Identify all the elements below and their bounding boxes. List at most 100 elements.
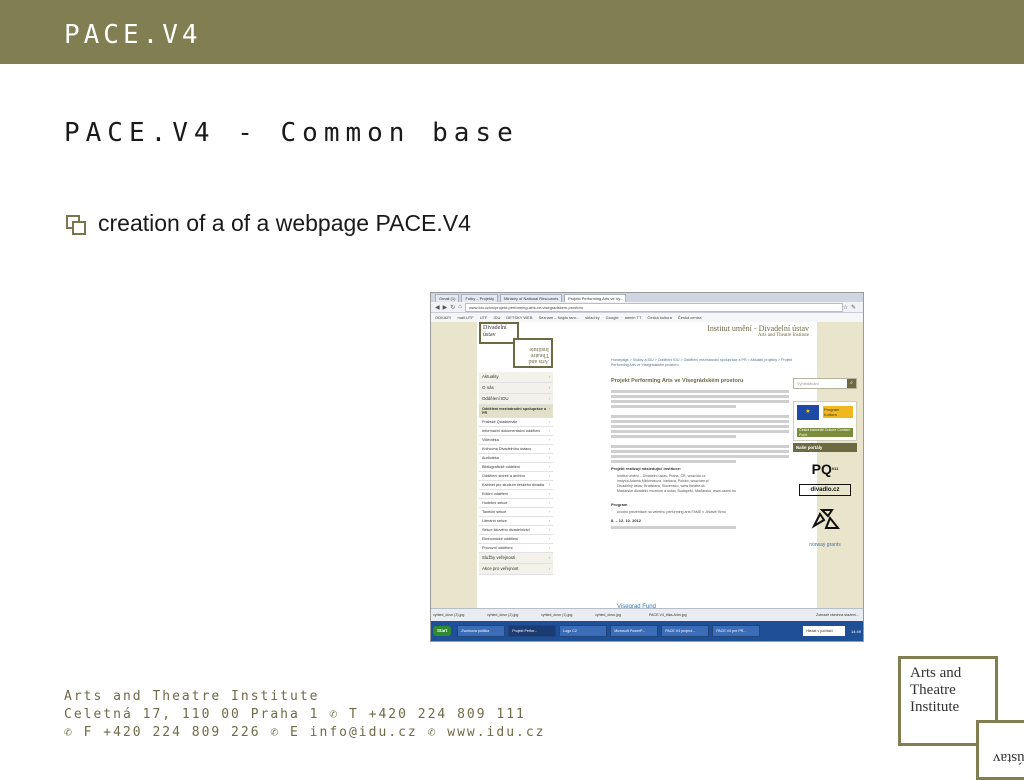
chevron-right-icon: › xyxy=(548,492,550,496)
browser-tab-active[interactable]: Projekt Performing Arts ve Vy... xyxy=(564,294,627,302)
text-line xyxy=(611,390,789,393)
chevron-right-icon: › xyxy=(548,438,550,442)
sidebar-item-label: Informační dokumentační oddělení xyxy=(482,429,541,433)
sidebar-item[interactable]: Aktuality › xyxy=(479,372,553,383)
bookmark[interactable]: admin TT xyxy=(625,315,642,320)
sidebar-item-selected[interactable]: Oddělení mezinárodní spolupráce a PR › xyxy=(479,405,553,418)
sidebar-item[interactable]: Audiotéka › xyxy=(479,454,553,463)
bookmark[interactable]: DETSKY WEB xyxy=(506,315,532,320)
culture-programme-banner[interactable]: ★ Program Kultura Česká kancelář Culture… xyxy=(793,401,857,441)
taskbar-item[interactable]: PACE.V4 project... xyxy=(661,625,710,637)
sidebar-item[interactable]: Akce pro veřejnost › xyxy=(479,564,553,575)
download-item[interactable]: vyhled_dovn (1).jpg xyxy=(541,613,593,617)
sidebar-item[interactable]: Ekonomické oddělení › xyxy=(479,535,553,544)
download-item[interactable]: vyhled_dovn (2).jpg xyxy=(487,613,539,617)
site-search-input[interactable]: Vyhledávání ⌕ xyxy=(793,378,857,389)
bullet-text: creation of a of a webpage PACE.V4 xyxy=(98,210,471,236)
chevron-right-icon: › xyxy=(548,483,550,487)
text-line xyxy=(611,460,736,463)
bookmark[interactable]: Google xyxy=(606,315,619,320)
bookmark[interactable]: mail UTF xyxy=(457,315,473,320)
sidebar-item-label: Provozní oddělení xyxy=(482,546,513,550)
forward-icon[interactable]: ▶ xyxy=(443,304,448,311)
sidebar-item[interactable]: Oddělení sbírek a archivu › xyxy=(479,472,553,481)
search-icon[interactable]: ⌕ xyxy=(847,379,856,388)
program-heading: Program xyxy=(611,502,628,507)
site-title-en: Arts and Theatre Institute xyxy=(757,333,809,338)
sidebar-item[interactable]: Kabinet pro studium českého divadla › xyxy=(479,481,553,490)
sidebar-item-label: O nás xyxy=(482,385,494,390)
bookmark[interactable]: ODKAZY xyxy=(435,315,451,320)
address-bar: ◀ ▶ ↻ ⌂ www.idu.cz/cs/projekt-performing… xyxy=(431,302,863,313)
home-icon[interactable]: ⌂ xyxy=(458,304,462,310)
eu-flag-icon: ★ xyxy=(797,405,819,420)
sidebar-item-label: Sekce lidového divadelnictví xyxy=(482,528,530,532)
sidebar-item[interactable]: Hudební sekce › xyxy=(479,499,553,508)
sidebar-item[interactable]: Bibliografické oddělení › xyxy=(479,463,553,472)
sidebar-item[interactable]: Provozní oddělení › xyxy=(479,544,553,553)
webpage-screenshot: Gmail (1) Fotky – Projekty Ministry of N… xyxy=(430,292,864,642)
pq-logo[interactable]: PQ011 xyxy=(793,462,857,476)
sidebar-item-label: Knihovna Divadelního ústavu xyxy=(482,447,532,451)
taskbar-item[interactable]: Microsoft PowerP... xyxy=(610,625,659,637)
reload-icon[interactable]: ↻ xyxy=(450,304,455,311)
star-icon[interactable]: ☆ xyxy=(843,304,848,311)
footer-line: Arts and Theatre Institute xyxy=(64,689,320,704)
bookmark[interactable]: IDU xyxy=(493,315,500,320)
sidebar-item-label: Ekonomické oddělení xyxy=(482,537,519,541)
bullet-item: creation of a of a webpage PACE.V4 xyxy=(66,210,471,237)
wrench-icon[interactable]: ✎ xyxy=(851,304,856,311)
sidebar-item[interactable]: Knihovna Divadelního ústavu › xyxy=(479,445,553,454)
taskbar-item[interactable]: PACE.V4 pre PR... xyxy=(712,625,761,637)
text-line xyxy=(611,445,789,448)
article-content: Projekt Performing Arts ve Visegrádském … xyxy=(611,378,789,531)
start-button[interactable]: Start xyxy=(433,626,452,636)
browser-tab[interactable]: Ministry of National Resources xyxy=(500,294,563,302)
bookmark[interactable]: Seznam – Najdu tam... xyxy=(539,315,580,320)
footer-contact: Arts and Theatre Institute Celetná 17, 11… xyxy=(64,688,546,742)
bookmark[interactable]: Česká centra xyxy=(678,315,702,320)
sidebar-item[interactable]: Informační dokumentační oddělení › xyxy=(479,427,553,436)
site-logo-en[interactable]: Arts and Theatre Institute xyxy=(513,338,553,368)
sidebar-item[interactable]: Oddělení IDU › xyxy=(479,394,553,405)
sidebar-item-label: Kabinet pro studium českého divadla xyxy=(482,483,545,487)
sidebar-item[interactable]: Služby veřejnosti › xyxy=(479,553,553,564)
sidebar-item[interactable]: Literární sekce › xyxy=(479,517,553,526)
text-line xyxy=(611,526,736,529)
bookmark[interactable]: Česká kultura xyxy=(647,315,671,320)
recycle-icon[interactable] xyxy=(808,504,842,532)
sidebar-item[interactable]: Sekce lidového divadelnictví › xyxy=(479,526,553,535)
pq-text: PQ xyxy=(811,461,832,477)
browser-tab[interactable]: Gmail (1) xyxy=(435,294,460,302)
back-icon[interactable]: ◀ xyxy=(435,304,440,311)
download-bar: vyhled_dovn (3).jpg vyhled_dovn (2).jpg … xyxy=(431,608,863,621)
chevron-right-icon: › xyxy=(548,385,550,390)
show-all-downloads-link[interactable]: Zobrazit všechna stažení... xyxy=(816,613,859,617)
text-line xyxy=(611,425,789,428)
sidebar-item[interactable]: Videotéka › xyxy=(479,436,553,445)
bookmark[interactable]: sklad ky xyxy=(585,315,599,320)
program-dates: 8. – 12. 10. 2012 xyxy=(611,518,642,523)
download-item[interactable]: vyhled_dovn.jpg xyxy=(595,613,647,617)
url-field[interactable]: www.idu.cz/cs/projekt-performing-arts-ve… xyxy=(464,302,843,312)
chevron-right-icon: › xyxy=(548,420,550,424)
browser-tab[interactable]: Fotky – Projekty xyxy=(461,294,499,302)
breadcrumb[interactable]: Homepage > Služby a IDU > Oddělení IDU >… xyxy=(611,358,807,368)
download-item[interactable]: vyhled_dovn (3).jpg xyxy=(433,613,485,617)
taskbar-search[interactable]: Hledat v počítači xyxy=(802,626,845,636)
sidebar-item-label: Služby veřejnosti xyxy=(482,555,516,560)
taskbar-item[interactable]: Logo C2 xyxy=(559,625,608,637)
chevron-right-icon: › xyxy=(548,407,550,411)
sidebar-item[interactable]: Pražské Quadrienále › xyxy=(479,418,553,427)
divadlo-logo[interactable]: divadlo.cz xyxy=(799,484,851,496)
sidebar-item[interactable]: Ediční oddělení › xyxy=(479,490,553,499)
taskbar-item[interactable]: Zvonkova políčka xyxy=(457,625,506,637)
sidebar-item-label: Audiotéka xyxy=(482,456,499,460)
download-item[interactable]: PACE.V4_titka.A4m.jpg xyxy=(649,613,701,617)
sidebar-item[interactable]: Taneční sekce › xyxy=(479,508,553,517)
taskbar-item-active[interactable]: Projekt Perfor... xyxy=(508,625,557,637)
norway-grants-logo[interactable]: norway grants xyxy=(793,542,857,548)
footer-line: Celetná 17, 110 00 Praha 1 ✆ T +420 224 … xyxy=(64,707,526,722)
sidebar-item[interactable]: O nás › xyxy=(479,383,553,394)
bookmark[interactable]: UTF xyxy=(480,315,488,320)
